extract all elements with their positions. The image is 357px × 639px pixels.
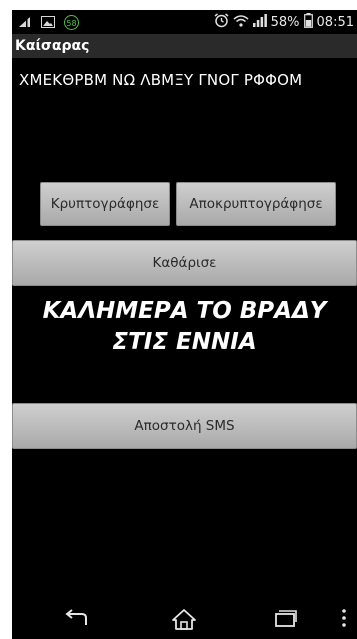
home-icon[interactable] xyxy=(171,608,197,634)
image-icon xyxy=(41,13,55,32)
phone-screen: 58 58% 08:51 Καίσαρας ΧΜΕΚΘΡΒΜ ΝΩ ΛΒΜΞΥ … xyxy=(12,10,357,639)
back-icon[interactable] xyxy=(64,608,90,634)
clear-button[interactable]: Καθάρισε xyxy=(12,240,357,286)
result-text: ΚΑΛΗΜΕΡΑ ΤΟ ΒΡΑΔΥ ΣΤΙΣ ΕΝΝΙΑ xyxy=(42,298,327,355)
status-bar: 58 58% 08:51 xyxy=(12,10,357,34)
alarm-clock-icon xyxy=(214,12,229,32)
badge-58-icon: 58 xyxy=(64,14,79,30)
cipher-text-input[interactable]: ΧΜΕΚΘΡΒΜ ΝΩ ΛΒΜΞΥ ΓΝΟΓ ΡΦΦΟΜ xyxy=(19,71,349,89)
battery-percent: 58% xyxy=(270,14,300,30)
wifi-icon xyxy=(233,14,249,31)
app-title: Καίσαρας xyxy=(15,38,90,54)
overflow-menu-icon[interactable] xyxy=(341,608,347,632)
cell-signal-icon xyxy=(252,13,267,31)
battery-icon xyxy=(303,12,313,32)
send-sms-button[interactable]: Αποστολή SMS xyxy=(12,403,357,449)
recent-apps-icon[interactable] xyxy=(274,608,298,632)
decrypt-button[interactable]: Αποκρυπτογράφησε xyxy=(176,182,336,226)
encrypt-button[interactable]: Κρυπτογράφησε xyxy=(40,182,170,226)
navigation-bar xyxy=(12,600,357,639)
signal-strength-icon xyxy=(18,13,32,32)
clock-time: 08:51 xyxy=(316,14,354,30)
app-title-bar: Καίσαρας xyxy=(12,34,357,58)
